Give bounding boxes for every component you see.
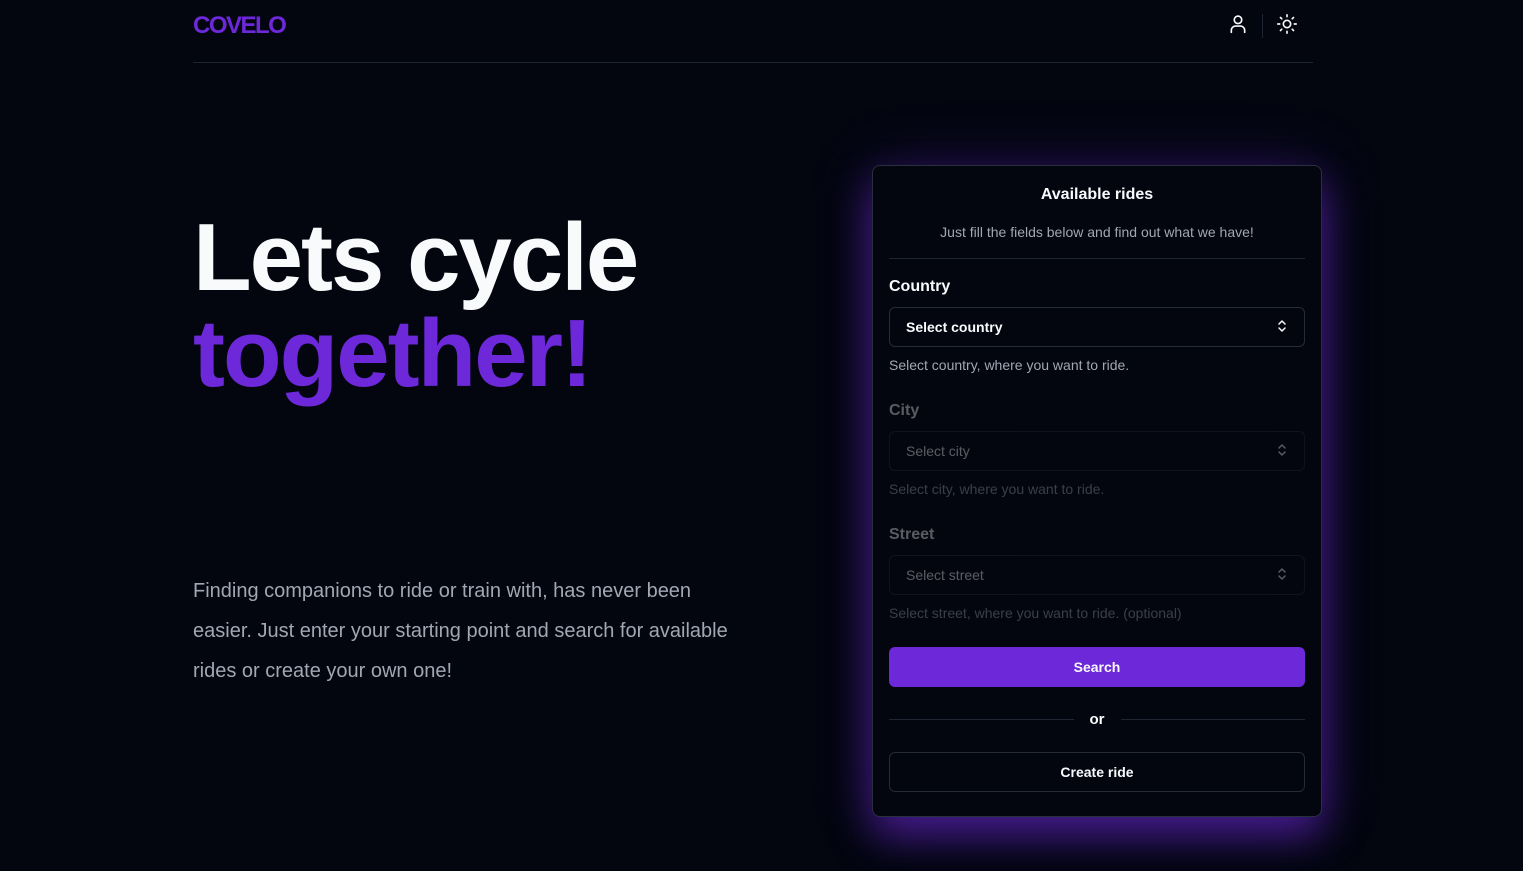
chevron-up-down-icon [1276,567,1288,584]
city-help: Select city, where you want to ride. [889,481,1105,497]
sun-moon-icon [1276,13,1298,40]
page: COVELO Lets cycle together! Finding comp… [0,0,1523,871]
hero-title-line1: Lets cycle [193,204,639,311]
card-title: Available rides [1040,186,1154,203]
country-help: Select country, where you want to ride. [889,357,1130,373]
street-select-value: Select street [906,567,984,583]
or-divider: or [889,709,1305,729]
street-help: Select street, where you want to ride. (… [889,605,1182,621]
header: COVELO [193,0,1313,63]
city-select-value: Select city [906,443,970,459]
street-select[interactable]: Select street [889,555,1305,595]
or-text: or [1089,710,1105,728]
street-label: Street [889,526,935,543]
country-select-value: Select country [906,319,1003,335]
available-rides-card: Available rides Just fill the fields bel… [872,165,1322,817]
chevron-up-down-icon [1276,319,1288,336]
country-label: Country [889,278,951,295]
header-actions [1224,12,1301,40]
city-label: City [889,402,920,419]
hero-title: Lets cycle together! [193,204,639,407]
hero-title-line2: together! [193,300,593,407]
hero-description: Finding companions to ride or train with… [193,580,728,682]
city-select[interactable]: Select city [889,431,1305,471]
chevron-up-down-icon [1276,443,1288,460]
search-button[interactable]: Search [889,647,1305,687]
theme-toggle-button[interactable] [1273,12,1301,40]
card-header: Available rides Just fill the fields bel… [889,166,1305,259]
or-line-right [1120,718,1305,720]
logo[interactable]: COVELO [193,12,287,40]
card-subtitle: Just fill the fields below and find out … [940,224,1254,240]
user-button[interactable] [1224,12,1252,40]
user-icon [1228,14,1248,39]
country-select[interactable]: Select country [889,307,1305,347]
header-divider [1262,14,1263,38]
or-line-left [889,718,1074,720]
create-ride-button[interactable]: Create ride [889,752,1305,792]
